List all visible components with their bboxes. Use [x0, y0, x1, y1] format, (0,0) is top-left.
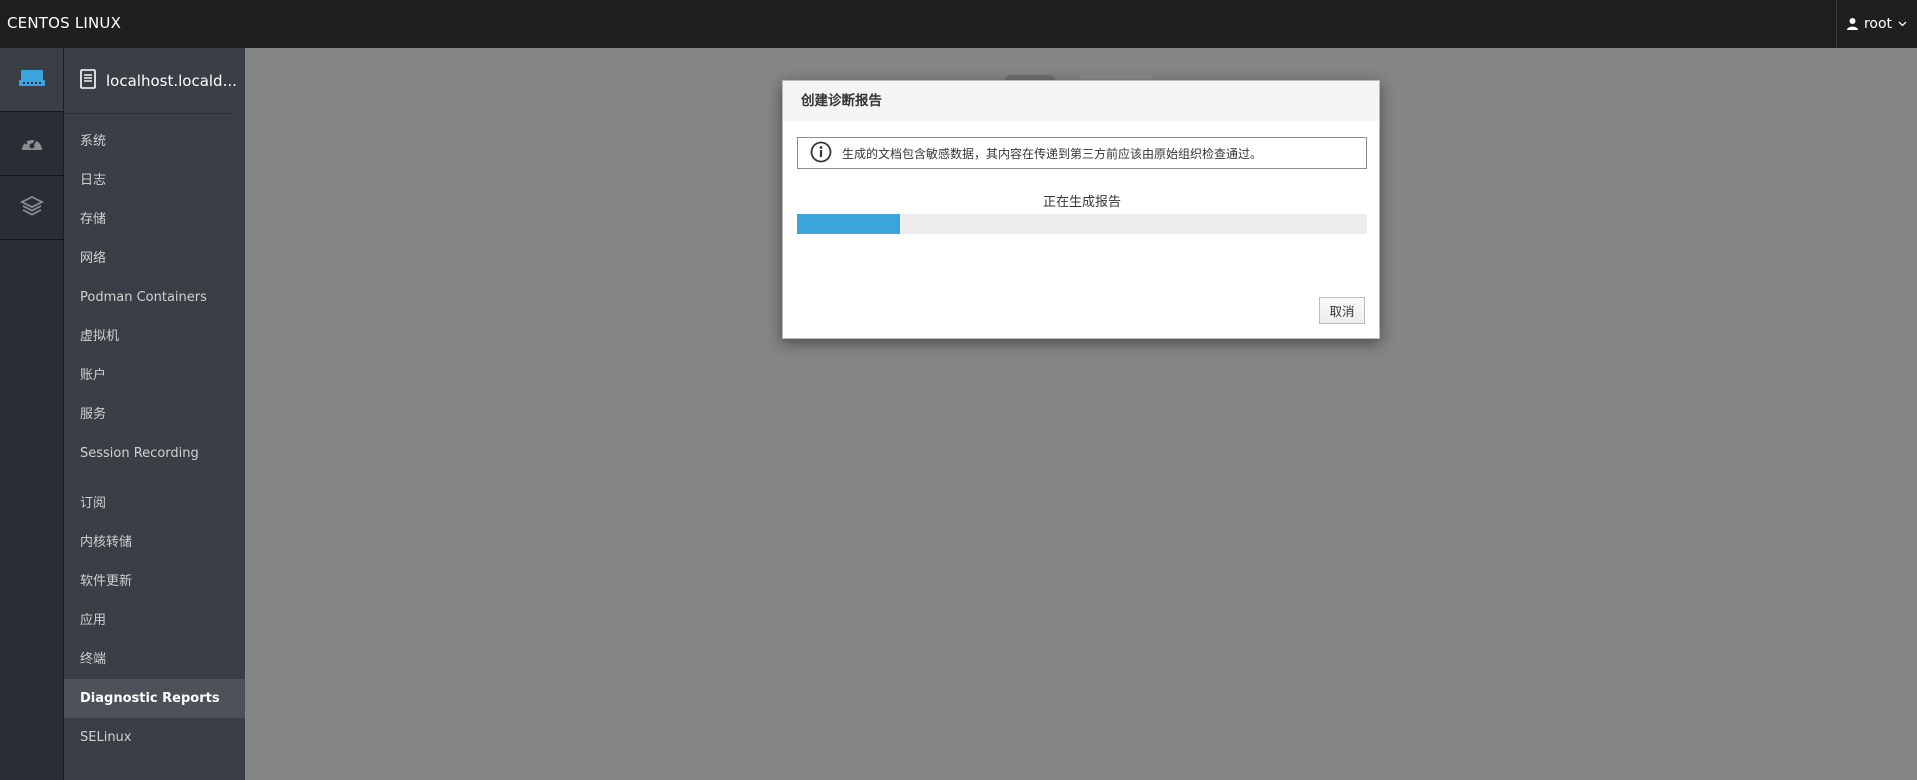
- nav-item-logs[interactable]: 日志: [64, 161, 245, 200]
- nav-list: 系统 日志 存储 网络 Podman Containers 虚拟机 账户 服务 …: [64, 114, 245, 757]
- progress-fill: [797, 214, 900, 234]
- progress-bar: [797, 214, 1367, 234]
- nav-item-kdump[interactable]: 内核转储: [64, 523, 245, 562]
- nav-divider: [64, 473, 245, 484]
- dashboard-icon: [20, 132, 44, 156]
- progress-status: 正在生成报告: [1042, 195, 1121, 210]
- rail-item-host[interactable]: [0, 48, 63, 112]
- info-alert: 生成的文档包含敏感数据，其内容在传递到第三方前应该由原始组织检查通过。: [797, 137, 1367, 169]
- user-menu-button[interactable]: root: [1836, 0, 1917, 48]
- chevron-down-icon: [1898, 21, 1907, 27]
- icon-rail: [0, 48, 64, 780]
- layers-icon: [19, 195, 44, 221]
- nav-item-storage[interactable]: 存储: [64, 200, 245, 239]
- host-name: localhost.locald...: [106, 71, 237, 90]
- nav-sidebar: localhost.locald... 系统 日志 存储 网络 Podman C…: [64, 48, 245, 780]
- nav-item-terminal[interactable]: 终端: [64, 640, 245, 679]
- nav-item-session-recording[interactable]: Session Recording: [64, 434, 245, 473]
- top-bar: CENTOS LINUX root: [0, 0, 1917, 48]
- create-report-dialog: 创建诊断报告 生成的文档包含敏感数据，其内容在传递到第三方前应该由原始组织检查通…: [782, 80, 1380, 339]
- nav-item-podman[interactable]: Podman Containers: [64, 278, 245, 317]
- brand-title: CENTOS LINUX: [7, 14, 122, 32]
- user-name: root: [1863, 16, 1893, 32]
- rail-item-applications[interactable]: [0, 176, 63, 240]
- cancel-button[interactable]: 取消: [1319, 297, 1365, 324]
- info-icon: [810, 141, 832, 166]
- document-icon: [80, 68, 96, 93]
- nav-item-subscriptions[interactable]: 订阅: [64, 484, 245, 523]
- nav-item-diagnostic-reports[interactable]: Diagnostic Reports: [64, 679, 245, 718]
- nav-item-accounts[interactable]: 账户: [64, 356, 245, 395]
- host-switcher[interactable]: localhost.locald...: [64, 48, 237, 114]
- dialog-title: 创建诊断报告: [783, 81, 1379, 121]
- nav-item-network[interactable]: 网络: [64, 239, 245, 278]
- nav-item-applications[interactable]: 应用: [64, 601, 245, 640]
- alert-text: 生成的文档包含敏感数据，其内容在传递到第三方前应该由原始组织检查通过。: [842, 146, 1263, 161]
- user-icon: [1846, 18, 1858, 30]
- nav-item-software-updates[interactable]: 软件更新: [64, 562, 245, 601]
- nav-item-virtual-machines[interactable]: 虚拟机: [64, 317, 245, 356]
- nav-item-system[interactable]: 系统: [64, 122, 245, 161]
- nav-item-services[interactable]: 服务: [64, 395, 245, 434]
- rail-item-dashboard[interactable]: [0, 112, 63, 176]
- nav-item-selinux[interactable]: SELinux: [64, 718, 245, 757]
- server-icon: [18, 69, 45, 91]
